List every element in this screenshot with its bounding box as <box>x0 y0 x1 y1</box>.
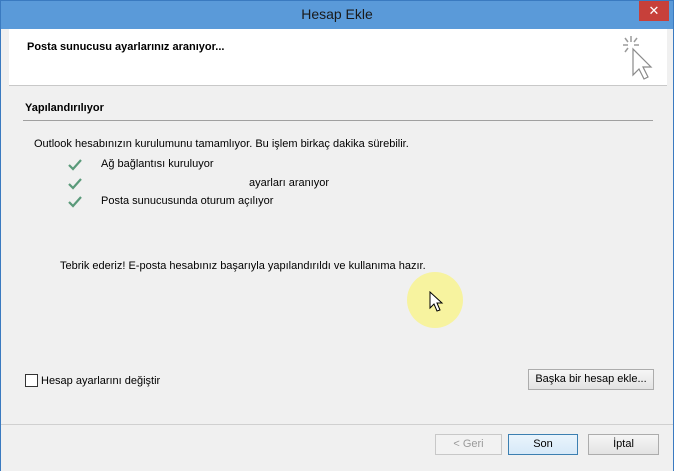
close-icon: ✕ <box>648 3 660 18</box>
wizard-header: Posta sunucusu ayarlarınız aranıyor... <box>9 29 667 86</box>
wizard-cursor-icon <box>623 36 653 80</box>
step-label: ayarları aranıyor <box>249 177 330 189</box>
change-settings-checkbox[interactable] <box>25 374 38 387</box>
success-message: Tebrik ederiz! E-posta hesabınız başarıy… <box>60 260 426 272</box>
check-icon <box>68 178 82 190</box>
mouse-pointer-icon <box>429 291 444 312</box>
window-title: Hesap Ekle <box>301 6 373 22</box>
check-icon <box>68 159 82 171</box>
section-divider <box>23 120 653 121</box>
close-button[interactable]: ✕ <box>639 1 669 21</box>
section-title: Yapılandırılıyor <box>25 102 104 114</box>
step-label: Posta sunucusunda oturum açılıyor <box>101 195 274 207</box>
add-account-dialog: Hesap Ekle ✕ Posta sunucusu ayarlarınız … <box>0 0 674 471</box>
add-another-account-button[interactable]: Başka bir hesap ekle... <box>528 369 654 390</box>
cancel-button[interactable]: İptal <box>588 434 659 455</box>
intro-text: Outlook hesabınızın kurulumunu tamamlıyo… <box>34 138 409 150</box>
finish-button[interactable]: Son <box>508 434 578 455</box>
header-title: Posta sunucusu ayarlarınız aranıyor... <box>27 41 225 53</box>
back-button[interactable]: < Geri <box>435 434 502 455</box>
change-settings-label[interactable]: Hesap ayarlarını değiştir <box>41 375 160 387</box>
check-icon <box>68 196 82 208</box>
step-label: Ağ bağlantısı kuruluyor <box>101 158 214 170</box>
title-bar[interactable]: Hesap Ekle ✕ <box>1 1 673 29</box>
